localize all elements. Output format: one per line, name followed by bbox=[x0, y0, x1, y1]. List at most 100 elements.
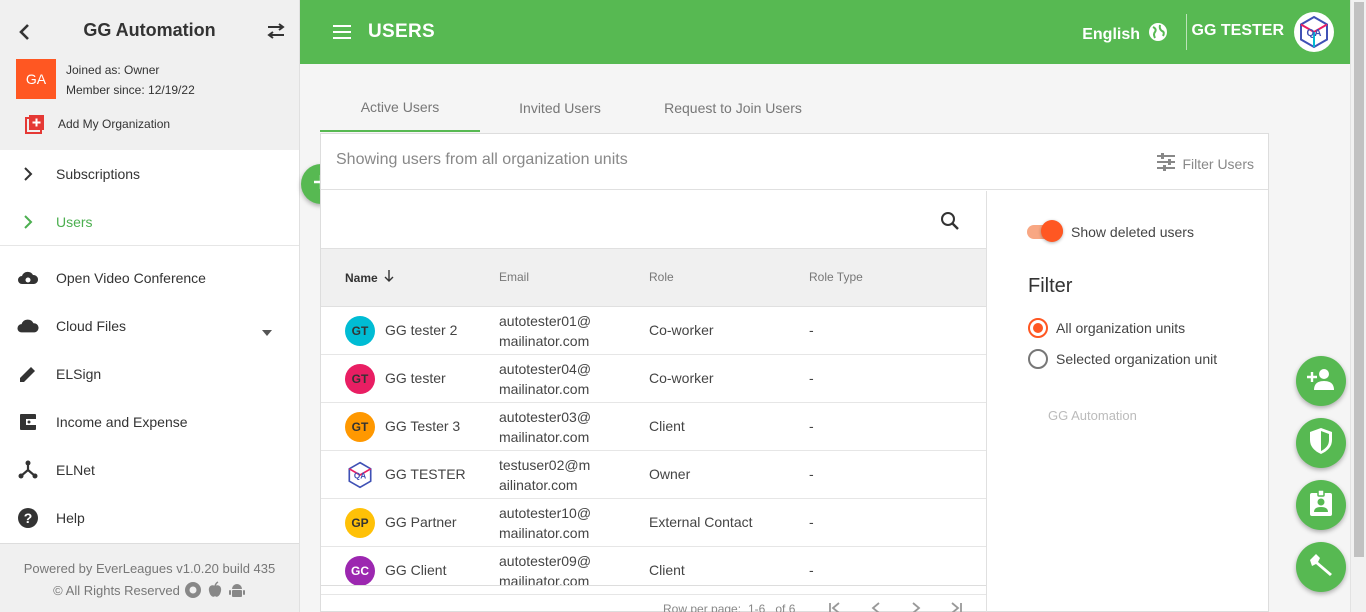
filter-title: Filter bbox=[1028, 275, 1073, 297]
tab-invited-users[interactable]: Invited Users bbox=[480, 84, 640, 132]
sidebar-item-video-conference[interactable]: Open Video Conference bbox=[0, 254, 299, 302]
user-email-cell: autotester03@ mailinator.com bbox=[499, 407, 599, 447]
switch-organization-icon[interactable] bbox=[265, 20, 287, 42]
page-title: USERS bbox=[368, 21, 435, 42]
user-role-cell: Client bbox=[649, 418, 685, 434]
sidebar-divider bbox=[0, 245, 299, 246]
showing-users-text: Showing users from all organization unit… bbox=[336, 151, 628, 168]
filter-users-button[interactable]: Filter Users bbox=[1156, 153, 1254, 174]
sidebar-item-help[interactable]: ? Help bbox=[0, 494, 299, 542]
help-icon: ? bbox=[17, 507, 39, 529]
tab-request-to-join[interactable]: Request to Join Users bbox=[640, 84, 826, 132]
user-avatar: GC bbox=[345, 556, 375, 586]
search-icon[interactable] bbox=[940, 211, 960, 231]
user-role-type-cell: - bbox=[809, 562, 814, 578]
user-role-type-cell: - bbox=[809, 418, 814, 434]
cloud-icon bbox=[17, 315, 39, 337]
user-name-cell: GG Partner bbox=[385, 514, 457, 530]
wallet-icon bbox=[17, 411, 39, 433]
joined-as-text: Joined as: Owner bbox=[66, 63, 160, 77]
email-part: mailinator.com bbox=[499, 429, 590, 445]
column-header-name[interactable]: Name bbox=[345, 270, 394, 285]
user-role-cell: Owner bbox=[649, 466, 691, 482]
powered-by-text: Powered by EverLeagues v1.0.20 build 435 bbox=[23, 561, 276, 576]
tools-fab[interactable] bbox=[1296, 542, 1346, 592]
user-email-cell: autotester04@ mailinator.com bbox=[499, 359, 599, 399]
organization-title: GG Automation bbox=[83, 20, 216, 40]
sidebar-item-label: ELSign bbox=[56, 366, 102, 382]
email-part: mailinator.com bbox=[499, 333, 590, 349]
chrome-icon[interactable] bbox=[184, 581, 202, 599]
org-unit-disabled: GG Automation bbox=[1048, 408, 1137, 423]
last-page-icon[interactable] bbox=[948, 600, 964, 612]
users-table-area: Name Email Role Role Type GT GG tester 2… bbox=[321, 191, 987, 612]
radio-all-org-units[interactable] bbox=[1028, 318, 1048, 338]
sidebar-item-users[interactable]: Users bbox=[0, 198, 299, 246]
scrollbar-thumb[interactable] bbox=[1354, 2, 1364, 557]
user-role-cell: Client bbox=[649, 562, 685, 578]
invite-user-fab[interactable] bbox=[1296, 356, 1346, 406]
sidebar-item-cloud-files[interactable]: Cloud Files bbox=[0, 302, 299, 350]
table-row[interactable]: GP GG Partner autotester10@ mailinator.co… bbox=[321, 499, 986, 547]
current-user-name[interactable]: GG TESTER bbox=[1192, 22, 1284, 40]
email-part: mailinator.com bbox=[499, 525, 590, 541]
next-page-icon[interactable] bbox=[908, 600, 924, 612]
sidebar-item-label: Income and Expense bbox=[56, 414, 188, 430]
sidebar-item-label: Subscriptions bbox=[56, 166, 141, 182]
column-header-email[interactable]: Email bbox=[499, 270, 529, 284]
user-tabs: Active Users Invited Users Request to Jo… bbox=[320, 84, 1269, 132]
page-scrollbar[interactable] bbox=[1350, 0, 1366, 612]
user-role-type-cell: - bbox=[809, 370, 814, 386]
table-header: Name Email Role Role Type bbox=[321, 248, 986, 307]
pencil-icon bbox=[17, 363, 39, 385]
add-organization-link[interactable]: Add My Organization bbox=[24, 113, 170, 135]
user-role-type-cell: - bbox=[809, 322, 814, 338]
member-since-text: Member since: 12/19/22 bbox=[66, 83, 195, 97]
topbar-divider bbox=[1186, 14, 1187, 50]
contact-card-fab[interactable] bbox=[1296, 480, 1346, 530]
dropdown-arrow-icon[interactable] bbox=[262, 323, 272, 339]
user-avatar: GT bbox=[345, 316, 375, 346]
sidebar-item-elnet[interactable]: ELNet bbox=[0, 446, 299, 494]
email-part: testuser02@m bbox=[499, 457, 591, 473]
sidebar-header: GG Automation GA Joined as: Owner Member… bbox=[0, 0, 299, 150]
user-name-cell: GG tester 2 bbox=[385, 322, 458, 338]
apple-icon[interactable] bbox=[206, 581, 224, 599]
user-avatar: GP bbox=[345, 508, 375, 538]
show-deleted-label: Show deleted users bbox=[1071, 224, 1194, 240]
sidebar-item-income-expense[interactable]: Income and Expense bbox=[0, 398, 299, 446]
tab-active-users[interactable]: Active Users bbox=[320, 84, 480, 132]
user-avatar[interactable]: QA bbox=[1294, 12, 1334, 52]
user-name-cell: GG TESTER bbox=[385, 466, 466, 482]
show-deleted-toggle[interactable] bbox=[1041, 220, 1063, 242]
table-pagination: Row per page: 1-6 of 6 bbox=[321, 585, 986, 612]
hamburger-menu-icon[interactable] bbox=[332, 22, 352, 42]
table-row[interactable]: GT GG Tester 3 autotester03@ mailinator.c… bbox=[321, 403, 986, 451]
email-part: ailinator.com bbox=[499, 477, 578, 493]
sidebar-item-elsign[interactable]: ELSign bbox=[0, 350, 299, 398]
organization-avatar: GA bbox=[16, 59, 56, 99]
language-selector[interactable]: English bbox=[1082, 22, 1168, 47]
sidebar-footer: Powered by EverLeagues v1.0.20 build 435… bbox=[0, 543, 299, 612]
email-part: autotester03@ bbox=[499, 409, 592, 425]
shield-icon bbox=[1309, 427, 1333, 460]
sort-arrow-down-icon[interactable] bbox=[384, 270, 394, 285]
android-icon[interactable] bbox=[228, 581, 246, 599]
svg-text:?: ? bbox=[24, 510, 33, 526]
filter-users-label: Filter Users bbox=[1182, 155, 1254, 172]
radio-selected-org-unit[interactable] bbox=[1028, 349, 1048, 369]
column-header-role-type[interactable]: Role Type bbox=[809, 270, 863, 284]
first-page-icon[interactable] bbox=[827, 600, 843, 612]
radio-selected-org-unit-label[interactable]: Selected organization unit bbox=[1056, 351, 1217, 367]
column-header-role[interactable]: Role bbox=[649, 270, 674, 284]
wrench-icon bbox=[1306, 550, 1336, 585]
previous-page-icon[interactable] bbox=[868, 600, 884, 612]
radio-all-org-units-label[interactable]: All organization units bbox=[1056, 320, 1185, 336]
table-row[interactable]: GT GG tester autotester04@ mailinator.com… bbox=[321, 355, 986, 403]
top-app-bar: USERS English GG TESTER QA bbox=[300, 0, 1350, 64]
table-row[interactable]: GT GG tester 2 autotester01@ mailinator.c… bbox=[321, 307, 986, 355]
security-fab[interactable] bbox=[1296, 418, 1346, 468]
table-row[interactable]: QA GG TESTER testuser02@m ailinator.com O… bbox=[321, 451, 986, 499]
sidebar-item-subscriptions[interactable]: Subscriptions bbox=[0, 150, 299, 198]
add-organization-label: Add My Organization bbox=[58, 117, 171, 131]
